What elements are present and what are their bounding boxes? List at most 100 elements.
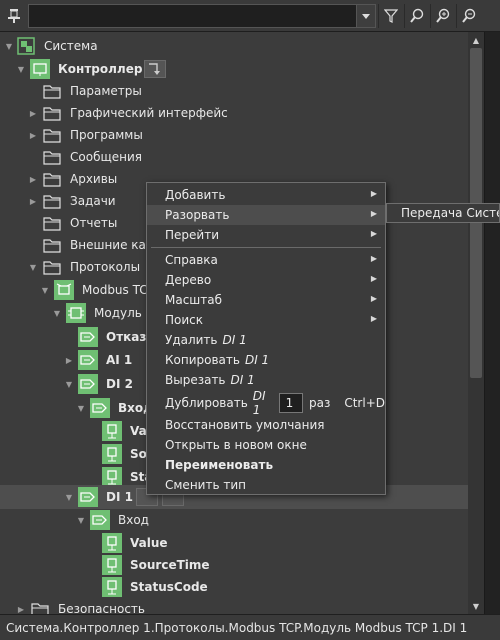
value-icon — [102, 533, 122, 553]
tree-item-programs[interactable]: ▶ Программы — [0, 124, 468, 146]
menu-item-label: Сменить тип — [165, 478, 246, 492]
tree-item-controller[interactable]: ▼ Контроллер 1 — [0, 58, 468, 80]
folder-icon — [42, 213, 62, 233]
tree-item-gui[interactable]: ▶ Графический интерфейс — [0, 102, 468, 124]
menu-item-label: Перейти — [165, 228, 219, 242]
tree-item-label: Безопасность — [58, 602, 145, 614]
menu-item-restore-defaults[interactable]: Восстановить умолчания — [147, 415, 385, 435]
tree-item-label: Система — [44, 39, 98, 53]
tree-item-status-code[interactable]: StatusCode — [0, 576, 468, 598]
expand-arrow-icon[interactable]: ▶ — [16, 604, 26, 614]
menu-item-label: Дерево — [165, 273, 212, 287]
filter-input[interactable] — [28, 4, 376, 28]
link-icon[interactable] — [144, 60, 166, 78]
menu-item-help[interactable]: Справка ▶ — [147, 250, 385, 270]
search-icon[interactable] — [404, 4, 428, 28]
expand-arrow-icon[interactable]: ▶ — [28, 174, 38, 184]
pin-icon[interactable] — [3, 4, 25, 28]
menu-item-target: DI 1 — [230, 373, 255, 387]
shortcut-label: Ctrl+D — [344, 396, 385, 410]
protocol-icon — [54, 280, 74, 300]
submenu-arrow-icon: ▶ — [370, 209, 377, 218]
expand-arrow-icon[interactable]: ▶ — [28, 108, 38, 118]
submenu-arrow-icon: ▶ — [370, 229, 377, 238]
module-icon — [66, 303, 86, 323]
tree-item-input[interactable]: ▼ Вход — [0, 509, 468, 531]
scroll-up-icon[interactable]: ▲ — [468, 32, 484, 48]
tree-item-security[interactable]: ▶ Безопасность — [0, 598, 468, 614]
expand-arrow-icon[interactable]: ▶ — [64, 355, 74, 365]
tree-item-label: AI 1 — [106, 353, 133, 367]
expand-arrow-icon[interactable]: ▶ — [28, 196, 38, 206]
folder-icon — [30, 599, 50, 614]
collapse-arrow-icon[interactable]: ▼ — [52, 308, 62, 318]
menu-item-label: Удалить — [165, 333, 218, 347]
menu-item-label: Переименовать — [165, 458, 274, 472]
tree-item-source-time[interactable]: SourceTime — [0, 554, 468, 576]
controller-icon — [30, 59, 50, 79]
menu-item-unwrap[interactable]: Разорвать ▶ — [147, 205, 385, 225]
tree-item-parameters[interactable]: Параметры — [0, 80, 468, 102]
tree-item-label: Графический интерфейс — [70, 106, 228, 120]
menu-item-duplicate[interactable]: Дублировать DI 1 1 раз Ctrl+D — [147, 389, 385, 417]
filter-icon[interactable] — [378, 4, 402, 28]
collapse-arrow-icon[interactable]: ▼ — [28, 262, 38, 272]
scroll-down-icon[interactable]: ▼ — [468, 598, 484, 614]
tree-item-label: Контроллер 1 — [58, 62, 155, 76]
tree-item-label: SourceTime — [130, 558, 210, 572]
menu-item-label: Разорвать — [165, 208, 230, 222]
menu-item-search[interactable]: Поиск ▶ — [147, 310, 385, 330]
status-bar: Система.Контроллер 1.Протоколы.Modbus TC… — [0, 614, 500, 640]
tree-item-label: DI 2 — [106, 377, 133, 391]
collapse-arrow-icon[interactable]: ▼ — [64, 492, 74, 502]
menu-item-label: Масштаб — [165, 293, 223, 307]
tree-item-value[interactable]: Value — [0, 532, 468, 554]
value-icon — [102, 577, 122, 597]
collapse-arrow-icon[interactable]: ▼ — [64, 379, 74, 389]
menu-item-goto[interactable]: Перейти ▶ — [147, 225, 385, 245]
tree-item-label: Отчеты — [70, 216, 118, 230]
folder-icon — [42, 81, 62, 101]
menu-item-change-type[interactable]: Сменить тип — [147, 475, 385, 495]
menu-item-delete[interactable]: Удалить DI 1 — [147, 330, 385, 350]
submenu-item-label: Передача Системы — [401, 206, 499, 220]
signal-icon — [90, 510, 110, 530]
collapse-arrow-icon[interactable]: ▼ — [40, 285, 50, 295]
vertical-scrollbar[interactable]: ▲ ▼ — [468, 32, 484, 614]
menu-item-rename[interactable]: Переименовать — [147, 455, 385, 475]
collapse-arrow-icon[interactable]: ▼ — [4, 41, 14, 51]
signal-icon — [78, 350, 98, 370]
collapse-arrow-icon[interactable]: ▼ — [76, 515, 86, 525]
menu-item-open-new-window[interactable]: Открыть в новом окне — [147, 435, 385, 455]
folder-icon — [42, 191, 62, 211]
system-icon — [16, 36, 36, 56]
menu-item-target: DI 1 — [252, 389, 266, 417]
toolbar — [0, 0, 500, 32]
zoom-out-icon[interactable] — [456, 4, 480, 28]
status-path: Система.Контроллер 1.Протоколы.Modbus TC… — [6, 620, 468, 635]
collapse-arrow-icon[interactable]: ▼ — [16, 64, 26, 74]
collapse-arrow-icon[interactable]: ▼ — [76, 403, 86, 413]
duplicate-count-input[interactable]: 1 — [278, 393, 303, 413]
tree-item-system[interactable]: ▼ Система — [0, 35, 468, 57]
menu-item-cut[interactable]: Вырезать DI 1 — [147, 370, 385, 390]
menu-item-copy[interactable]: Копировать DI 1 — [147, 350, 385, 370]
tree-item-messages[interactable]: Сообщения — [0, 146, 468, 168]
expand-arrow-icon[interactable]: ▶ — [28, 130, 38, 140]
submenu-arrow-icon: ▶ — [370, 274, 377, 283]
tree-item-label: Параметры — [70, 84, 142, 98]
zoom-in-icon[interactable] — [430, 4, 454, 28]
submenu-unwrap[interactable]: Передача Системы — [386, 203, 500, 223]
menu-item-tree[interactable]: Дерево ▶ — [147, 270, 385, 290]
menu-item-add[interactable]: Добавить ▶ — [147, 185, 385, 205]
submenu-arrow-icon: ▶ — [370, 189, 377, 198]
submenu-arrow-icon: ▶ — [370, 254, 377, 263]
signal-icon — [90, 398, 110, 418]
folder-icon — [42, 257, 62, 277]
menu-item-scale[interactable]: Масштаб ▶ — [147, 290, 385, 310]
submenu-arrow-icon: ▶ — [370, 294, 377, 303]
folder-icon — [42, 235, 62, 255]
dropdown-icon[interactable] — [356, 4, 376, 28]
menu-separator — [151, 247, 381, 248]
signal-icon — [78, 374, 98, 394]
